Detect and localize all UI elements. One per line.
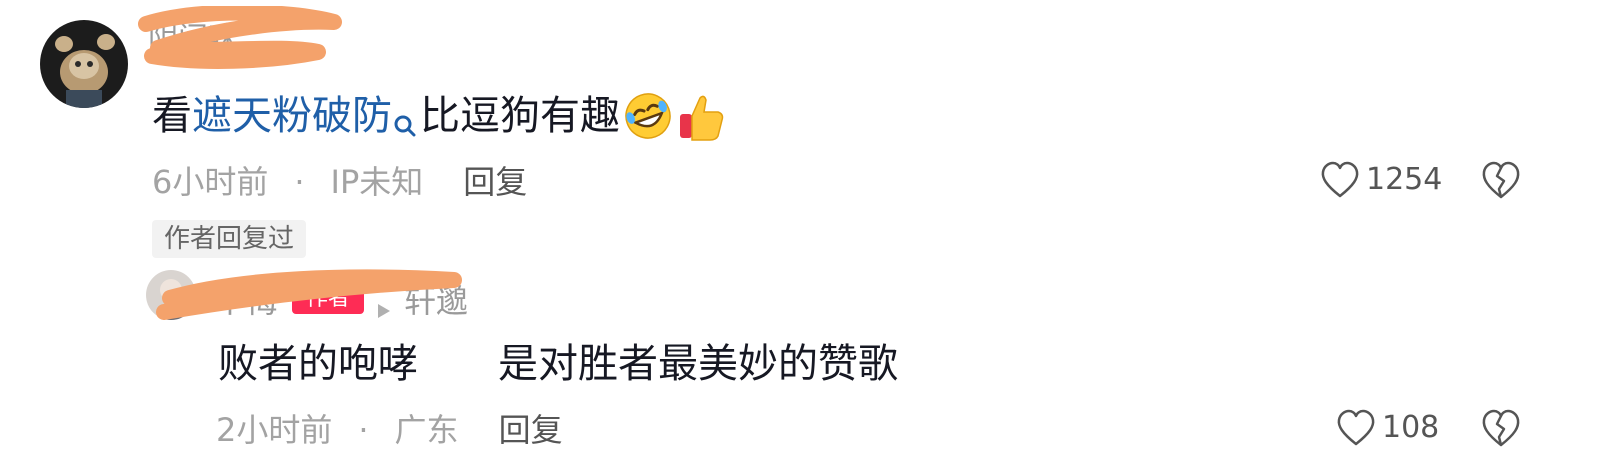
search-link[interactable]: 遮天粉破防 — [192, 86, 392, 146]
rofl-emoji — [622, 90, 674, 142]
dislike-button[interactable] — [1480, 408, 1522, 448]
like-button[interactable]: 1254 — [1320, 160, 1442, 200]
comment-text: 看 遮天粉破防 比逗狗有趣 — [152, 86, 728, 146]
thumbs-up-emoji — [676, 90, 728, 142]
comment-text-suffix: 比逗狗有趣 — [420, 93, 620, 139]
reply-to-username[interactable]: 轩邈 — [404, 276, 468, 322]
broken-heart-icon — [1482, 161, 1520, 199]
reply-location: 广东 — [394, 411, 459, 449]
dislike-button[interactable] — [1480, 160, 1522, 200]
comment-username[interactable]: 阴间味 — [148, 16, 238, 62]
comment-text-prefix: 看 — [152, 93, 192, 139]
author-badge: 作者 — [292, 284, 365, 314]
reply-meta: 2小时前 · 广东 回复 — [216, 408, 563, 452]
like-count: 1254 — [1366, 162, 1443, 197]
reply-header: 不悔 作者 轩邈 — [214, 276, 468, 322]
like-button[interactable]: 108 — [1336, 408, 1439, 448]
reply-avatar[interactable] — [146, 270, 196, 320]
meta-separator: · — [294, 163, 305, 201]
comment-meta: 6小时前 · IP未知 回复 — [152, 160, 527, 204]
heart-icon — [1321, 161, 1359, 198]
reply-button[interactable]: 回复 — [463, 160, 527, 204]
heart-icon — [1337, 409, 1375, 446]
like-count: 108 — [1382, 410, 1440, 445]
reply-time: 2小时前 — [216, 411, 333, 449]
comment-location: IP未知 — [330, 163, 424, 201]
author-replied-tag: 作者回复过 — [152, 220, 307, 258]
reply-username[interactable]: 不悔 — [214, 276, 278, 322]
avatar[interactable] — [40, 20, 128, 108]
reply-text: 败者的咆哮 是对胜者最美妙的赞歌 — [218, 341, 898, 387]
comment-time: 6小时前 — [152, 163, 269, 201]
broken-heart-icon — [1482, 409, 1520, 447]
reply-arrow-icon — [376, 290, 392, 318]
search-icon[interactable] — [392, 101, 418, 137]
reply-button[interactable]: 回复 — [499, 408, 563, 452]
meta-separator: · — [358, 411, 369, 449]
